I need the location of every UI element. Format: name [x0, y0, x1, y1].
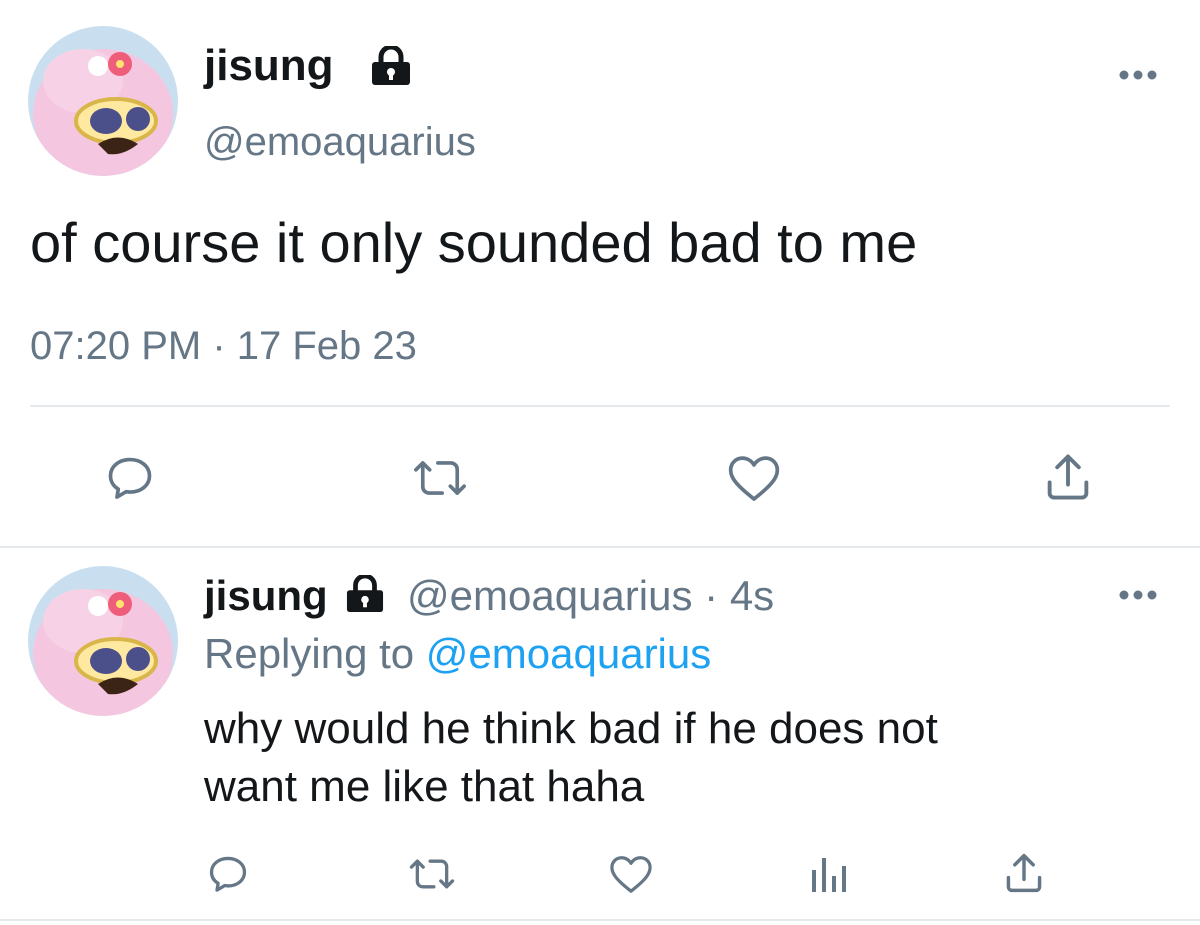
retweet-icon — [414, 461, 466, 495]
replying-to-label: Replying to — [204, 630, 415, 677]
retweet-button[interactable] — [408, 852, 456, 896]
lock-icon — [370, 44, 412, 91]
tweet-age[interactable]: 4s — [730, 572, 774, 619]
divider — [0, 919, 1200, 921]
lock-icon — [345, 573, 385, 625]
retweet-icon — [409, 859, 455, 889]
share-icon — [1006, 853, 1042, 893]
avatar[interactable] — [28, 26, 178, 176]
like-button[interactable] — [726, 452, 782, 504]
analytics-icon — [812, 858, 846, 892]
analytics-button[interactable] — [808, 852, 848, 896]
reply-text-line2: want me like that haha — [204, 762, 645, 811]
tweet-text: of course it only sounded bad to me — [30, 211, 918, 274]
reply-button[interactable] — [206, 852, 250, 896]
share-button[interactable] — [1002, 850, 1046, 896]
separator-dot: · — [704, 572, 719, 619]
reply-header: jisung @emoaquarius · 4s — [204, 570, 774, 622]
replying-to: Replying to @emoaquarius — [204, 628, 711, 680]
replying-to-handle-link[interactable]: @emoaquarius — [426, 630, 711, 677]
divider — [0, 546, 1200, 548]
handle[interactable]: @emoaquarius — [204, 116, 476, 168]
avatar[interactable] — [28, 566, 178, 716]
share-button[interactable] — [1042, 450, 1094, 504]
divider — [30, 405, 1170, 407]
like-icon — [728, 456, 780, 501]
handle[interactable]: @emoaquarius — [407, 572, 692, 619]
like-icon — [610, 856, 652, 893]
reply-text-line1: why would he think bad if he does not — [204, 704, 938, 753]
display-name[interactable]: jisung — [204, 572, 328, 619]
more-options-icon[interactable] — [1118, 588, 1158, 602]
like-button[interactable] — [608, 853, 654, 895]
more-options-icon[interactable] — [1118, 68, 1158, 82]
reply-button[interactable] — [104, 452, 156, 504]
timestamp[interactable]: 07:20 PM · 17 Feb 23 — [30, 320, 417, 372]
reply-icon — [108, 457, 152, 499]
retweet-button[interactable] — [412, 452, 468, 504]
share-icon — [1047, 454, 1089, 500]
display-name[interactable]: jisung — [204, 36, 334, 96]
reply-icon — [209, 856, 247, 892]
